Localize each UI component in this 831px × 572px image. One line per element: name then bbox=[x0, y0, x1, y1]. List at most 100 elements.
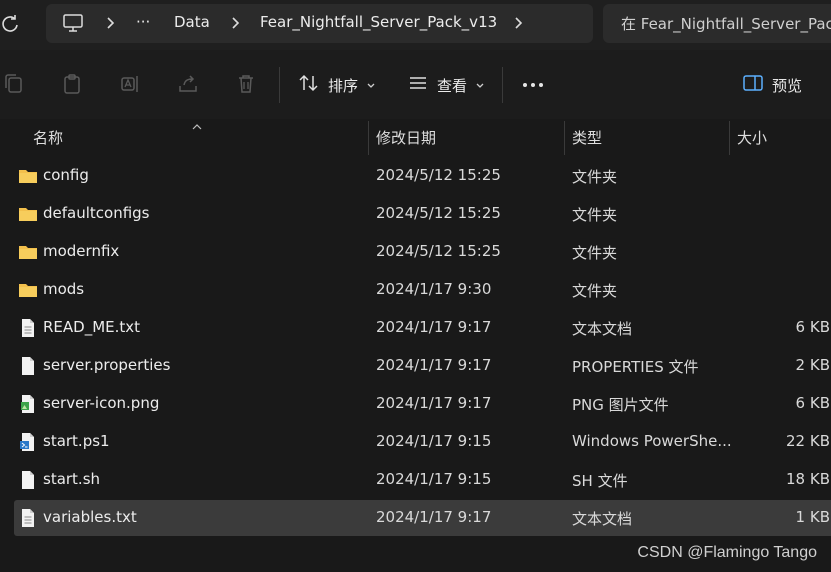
share-icon[interactable] bbox=[176, 72, 200, 96]
file-row[interactable]: modernfix 2024/5/12 15:25 文件夹 bbox=[14, 234, 831, 270]
column-divider[interactable] bbox=[564, 121, 565, 155]
file-row[interactable]: defaultconfigs 2024/5/12 15:25 文件夹 bbox=[14, 196, 831, 232]
folder-icon bbox=[18, 204, 38, 224]
file-list: config 2024/5/12 15:25 文件夹 defaultconfig… bbox=[0, 158, 831, 538]
more-icon bbox=[523, 83, 543, 87]
text-file-icon bbox=[18, 508, 38, 528]
file-row[interactable]: READ_ME.txt 2024/1/17 9:17 文本文档 6 KB bbox=[14, 310, 831, 346]
file-date: 2024/1/17 9:17 bbox=[376, 356, 492, 374]
chevron-right-icon[interactable] bbox=[229, 16, 241, 30]
file-name: start.ps1 bbox=[43, 432, 110, 450]
file-type: 文本文档 bbox=[572, 320, 633, 338]
more-options-button[interactable] bbox=[520, 72, 546, 98]
file-type: 文件夹 bbox=[572, 282, 618, 300]
toolbar-divider bbox=[279, 67, 280, 103]
file-date: 2024/1/17 9:30 bbox=[376, 280, 492, 298]
powershell-file-icon bbox=[18, 432, 38, 452]
sort-icon bbox=[298, 72, 320, 98]
file-size: 6 KB bbox=[795, 318, 830, 336]
preview-label: 预览 bbox=[772, 76, 803, 95]
file-row-selected[interactable]: variables.txt 2024/1/17 9:17 文本文档 1 KB bbox=[14, 500, 831, 536]
file-date: 2024/1/17 9:17 bbox=[376, 318, 492, 336]
delete-icon[interactable] bbox=[234, 72, 258, 96]
file-row[interactable]: server-icon.png 2024/1/17 9:17 PNG 图片文件 … bbox=[14, 386, 831, 422]
file-row[interactable]: server.properties 2024/1/17 9:17 PROPERT… bbox=[14, 348, 831, 384]
file-name: variables.txt bbox=[43, 508, 137, 526]
file-type: PROPERTIES 文件 bbox=[572, 358, 699, 376]
file-row[interactable]: mods 2024/1/17 9:30 文件夹 bbox=[14, 272, 831, 308]
file-date: 2024/1/17 9:17 bbox=[376, 394, 492, 412]
column-header-date[interactable]: 修改日期 bbox=[376, 127, 436, 148]
file-size: 6 KB bbox=[795, 394, 830, 412]
view-label: 查看 bbox=[437, 76, 468, 95]
file-icon bbox=[18, 470, 38, 490]
file-name: mods bbox=[43, 280, 85, 298]
text-file-icon bbox=[18, 318, 38, 338]
column-header-type[interactable]: 类型 bbox=[572, 127, 602, 148]
chevron-down-icon bbox=[475, 76, 485, 94]
file-size: 1 KB bbox=[795, 508, 830, 526]
file-date: 2024/1/17 9:15 bbox=[376, 432, 492, 450]
search-input[interactable]: 在 Fear_Nightfall_Server_Pack_v13 中搜索 bbox=[603, 4, 831, 43]
paste-icon[interactable] bbox=[60, 72, 84, 96]
file-date: 2024/5/12 15:25 bbox=[376, 166, 501, 184]
watermark: CSDN @Flamingo Tango bbox=[637, 544, 817, 561]
file-name: READ_ME.txt bbox=[43, 318, 141, 336]
chevron-right-icon[interactable] bbox=[104, 16, 116, 30]
column-divider[interactable] bbox=[729, 121, 730, 155]
file-type: SH 文件 bbox=[572, 472, 628, 490]
chevron-down-icon bbox=[366, 76, 376, 94]
file-date: 2024/5/12 15:25 bbox=[376, 242, 501, 260]
file-type: PNG 图片文件 bbox=[572, 396, 669, 414]
file-name: start.sh bbox=[43, 470, 101, 488]
file-name: defaultconfigs bbox=[43, 204, 150, 222]
file-name: modernfix bbox=[43, 242, 120, 260]
file-row[interactable]: start.ps1 2024/1/17 9:15 Windows PowerSh… bbox=[14, 424, 831, 460]
computer-icon[interactable] bbox=[62, 13, 84, 33]
file-row[interactable]: config 2024/5/12 15:25 文件夹 bbox=[14, 158, 831, 194]
file-explorer-window: ··· Data Fear_Nightfall_Server_Pack_v13 … bbox=[0, 0, 831, 572]
breadcrumb[interactable]: ··· Data Fear_Nightfall_Server_Pack_v13 bbox=[46, 4, 593, 43]
file-date: 2024/5/12 15:25 bbox=[376, 204, 501, 222]
chevron-right-icon[interactable] bbox=[512, 16, 524, 30]
preview-pane-icon bbox=[742, 73, 764, 97]
column-header-name[interactable]: 名称 bbox=[33, 127, 63, 148]
view-icon bbox=[407, 72, 429, 98]
file-type: 文本文档 bbox=[572, 510, 633, 528]
folder-icon bbox=[18, 280, 38, 300]
file-name: server.properties bbox=[43, 356, 171, 374]
refresh-icon[interactable] bbox=[0, 14, 20, 34]
copy-icon[interactable] bbox=[2, 72, 26, 96]
command-bar: 排序 查看 预览 bbox=[0, 50, 831, 119]
column-divider[interactable] bbox=[368, 121, 369, 155]
file-type: 文件夹 bbox=[572, 168, 618, 186]
file-date: 2024/1/17 9:15 bbox=[376, 470, 492, 488]
search-placeholder: 在 Fear_Nightfall_Server_Pack_v13 中搜索 bbox=[621, 15, 831, 33]
file-type: Windows PowerShe... bbox=[572, 432, 732, 450]
preview-pane-button[interactable]: 预览 bbox=[742, 72, 802, 98]
file-type: 文件夹 bbox=[572, 206, 618, 224]
file-icon bbox=[18, 356, 38, 376]
breadcrumb-item-data[interactable]: Data bbox=[174, 13, 210, 31]
folder-icon bbox=[18, 242, 38, 262]
sort-ascending-icon bbox=[191, 117, 203, 130]
breadcrumb-item-server-pack[interactable]: Fear_Nightfall_Server_Pack_v13 bbox=[260, 13, 497, 31]
view-button[interactable]: 查看 bbox=[407, 72, 485, 98]
sort-button[interactable]: 排序 bbox=[298, 72, 376, 98]
file-type: 文件夹 bbox=[572, 244, 618, 262]
toolbar-divider bbox=[502, 67, 503, 103]
breadcrumb-overflow[interactable]: ··· bbox=[136, 13, 150, 31]
sort-label: 排序 bbox=[328, 76, 359, 95]
image-file-icon bbox=[18, 394, 38, 414]
file-size: 2 KB bbox=[795, 356, 830, 374]
file-name: config bbox=[43, 166, 89, 184]
rename-icon[interactable] bbox=[118, 72, 142, 96]
file-name: server-icon.png bbox=[43, 394, 160, 412]
folder-icon bbox=[18, 166, 38, 186]
address-bar-row: ··· Data Fear_Nightfall_Server_Pack_v13 … bbox=[0, 0, 831, 50]
file-row[interactable]: start.sh 2024/1/17 9:15 SH 文件 18 KB bbox=[14, 462, 831, 498]
file-size: 18 KB bbox=[786, 470, 830, 488]
file-size: 22 KB bbox=[786, 432, 830, 450]
file-date: 2024/1/17 9:17 bbox=[376, 508, 492, 526]
column-header-size[interactable]: 大小 bbox=[737, 127, 767, 148]
